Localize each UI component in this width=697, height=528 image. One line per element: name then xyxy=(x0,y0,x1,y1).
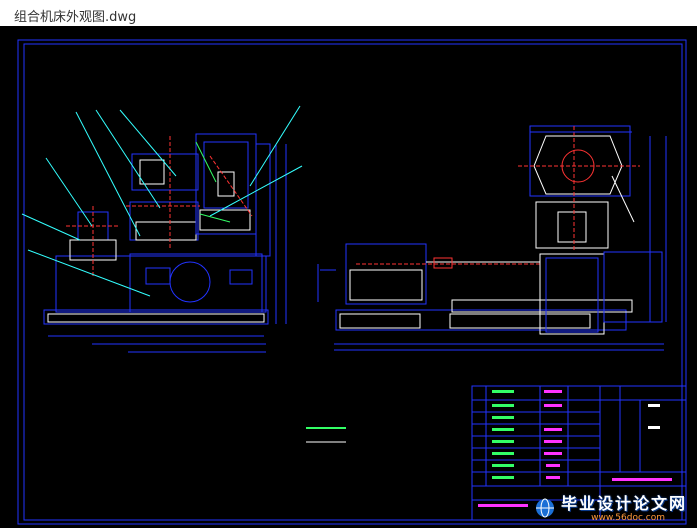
side-view xyxy=(317,125,667,351)
note-marks xyxy=(306,427,346,443)
watermark-url: www.56doc.com xyxy=(591,513,665,523)
cad-drawing xyxy=(17,39,687,525)
drawing-border xyxy=(17,39,687,525)
front-view xyxy=(21,105,303,353)
file-title: 组合机床外观图.dwg xyxy=(14,10,137,25)
drawing-viewport[interactable]: 毕业设计论文网 www.56doc.com xyxy=(0,26,697,528)
watermark-text: 毕业设计论文网 xyxy=(560,494,687,513)
site-watermark: 毕业设计论文网 www.56doc.com xyxy=(535,494,693,524)
globe-logo-icon xyxy=(536,498,554,518)
title-bar: 组合机床外观图.dwg xyxy=(0,0,697,26)
